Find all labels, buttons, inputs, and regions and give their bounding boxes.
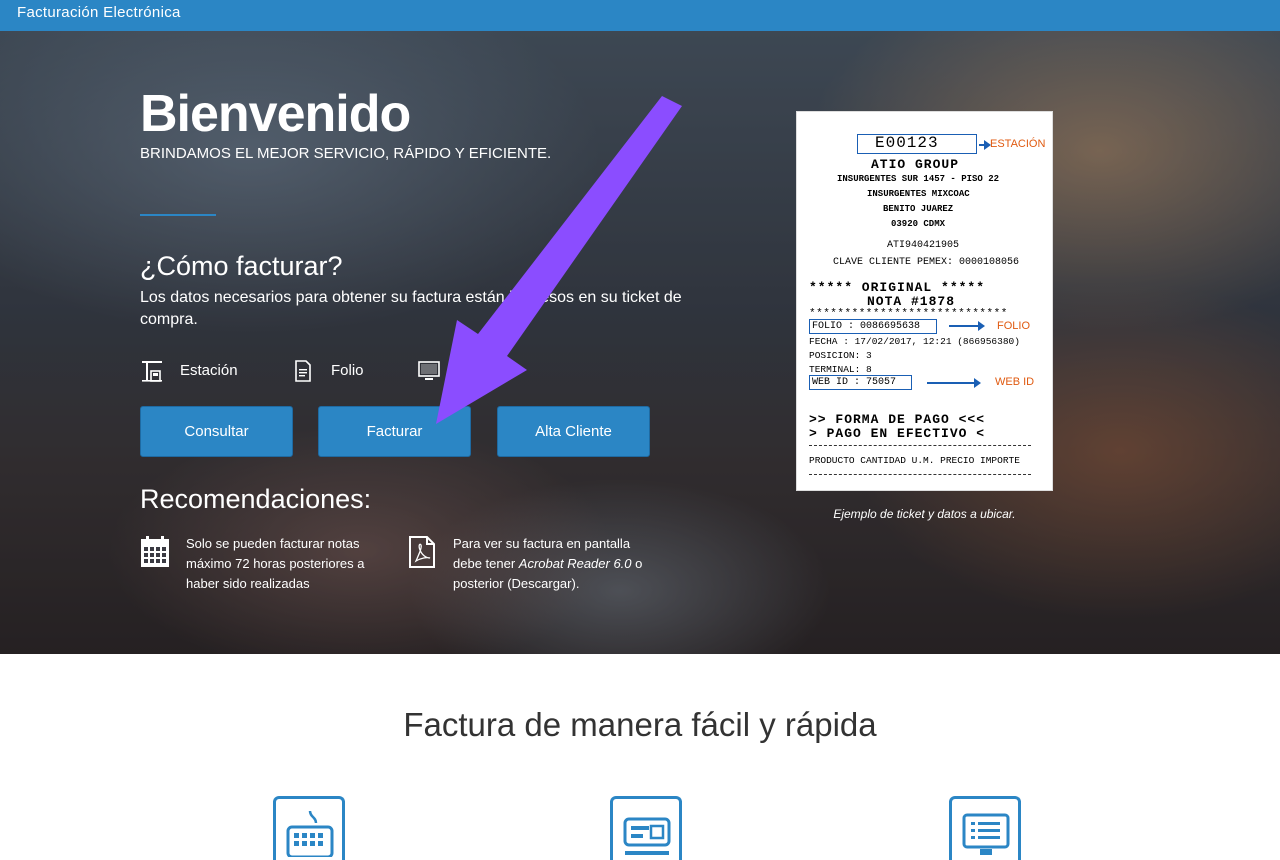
card-icon [623, 817, 671, 855]
ticket-rfc: ATI940421905 [887, 240, 960, 251]
ticket-tag-folio: FOLIO [997, 320, 1031, 332]
requirement-label: Web ID [457, 362, 507, 379]
ticket-client-key: CLAVE CLIENTE PEMEX: 0000108056 [833, 257, 1020, 268]
feature-card [610, 796, 682, 860]
ticket-webid: WEB ID : 75057 [812, 377, 897, 388]
accent-divider [140, 214, 216, 216]
ticket-fecha: FECHA : 17/02/2017, 12:21 (866956380) [809, 336, 1020, 347]
pdf-icon [409, 536, 435, 568]
monitor-icon [418, 361, 440, 380]
ticket-tag-webid: WEB ID [995, 376, 1035, 388]
keyboard-icon [286, 810, 334, 857]
ticket-pago-efectivo: > PAGO EN EFECTIVO < [809, 426, 986, 441]
feature-keyboard [273, 796, 345, 860]
ticket-caption: Ejemplo de ticket y datos a ubicar. [833, 507, 1016, 521]
ticket-example-image: E00123 ESTACIÓN ATIO GROUP INSURGENTES S… [797, 112, 1052, 490]
ticket-posicion: POSICION: 3 [809, 350, 872, 361]
ticket-address: INSURGENTES MIXCOAC [867, 189, 970, 199]
welcome-title: Bienvenido [140, 85, 411, 143]
alta-cliente-button[interactable]: Alta Cliente [497, 406, 650, 457]
ticket-forma-pago: >> FORMA DE PAGO <<< [809, 412, 986, 427]
arrow-icon [979, 140, 991, 150]
calendar-icon [141, 536, 169, 567]
ticket-station-code: E00123 [875, 134, 939, 152]
recommendation-text: Para ver su factura en pantalla debe ten… [453, 534, 642, 594]
acrobat-reader-link: Acrobat Reader 6.0 [518, 556, 632, 571]
ticket-columns: PRODUCTO CANTIDAD U.M. PRECIO IMPORTE [809, 455, 1020, 466]
top-bar: Facturación Electrónica [0, 0, 1280, 31]
feature-monitor-list [949, 796, 1021, 860]
ticket-nota: NOTA #1878 [867, 294, 956, 309]
consultar-button[interactable]: Consultar [140, 406, 293, 457]
brand-title[interactable]: Facturación Electrónica [17, 4, 181, 21]
hero-section: Bienvenido BRINDAMOS EL MEJOR SERVICIO, … [0, 31, 1280, 654]
ticket-tag-station: ESTACIÓN [990, 138, 1046, 150]
arrow-icon [927, 378, 981, 388]
ticket-address: INSURGENTES SUR 1457 - PISO 22 [837, 174, 1000, 184]
facturar-button[interactable]: Facturar [318, 406, 471, 457]
gas-station-icon [142, 361, 162, 382]
recommendations-title: Recomendaciones: [140, 484, 372, 514]
recommendation-text: Solo se pueden facturar notas máximo 72 … [186, 536, 365, 591]
welcome-subtitle: BRINDAMOS EL MEJOR SERVICIO, RÁPIDO Y EF… [140, 145, 552, 162]
requirements-list: Estación Folio Web ID [140, 357, 700, 385]
how-to-title: ¿Cómo facturar? [140, 251, 343, 281]
requirement-label: Estación [180, 362, 238, 379]
ticket-folio: FOLIO : 0086695638 [812, 321, 921, 332]
requirement-label: Folio [331, 362, 364, 379]
ticket-company: ATIO GROUP [871, 157, 960, 172]
ticket-separator [809, 445, 1031, 446]
ticket-address: 03920 CDMX [891, 219, 946, 229]
recommendation-72-hours: Solo se pueden facturar notas máximo 72 … [140, 534, 400, 604]
recommendation-acrobat: Para ver su factura en pantalla debe ten… [407, 534, 687, 604]
ticket-terminal: TERMINAL: 8 [809, 364, 872, 375]
ticket-address: BENITO JUAREZ [883, 204, 954, 214]
ticket-original: ***** ORIGINAL ***** [809, 280, 986, 295]
how-to-description: Los datos necesarios para obtener su fac… [140, 289, 682, 328]
arrow-icon [949, 321, 985, 331]
download-link[interactable]: posterior (Descargar). [453, 574, 642, 594]
document-icon [295, 360, 311, 382]
section-title: Factura de manera fácil y rápida [403, 706, 877, 743]
monitor-list-icon [962, 813, 1010, 855]
ticket-separator [809, 474, 1031, 475]
